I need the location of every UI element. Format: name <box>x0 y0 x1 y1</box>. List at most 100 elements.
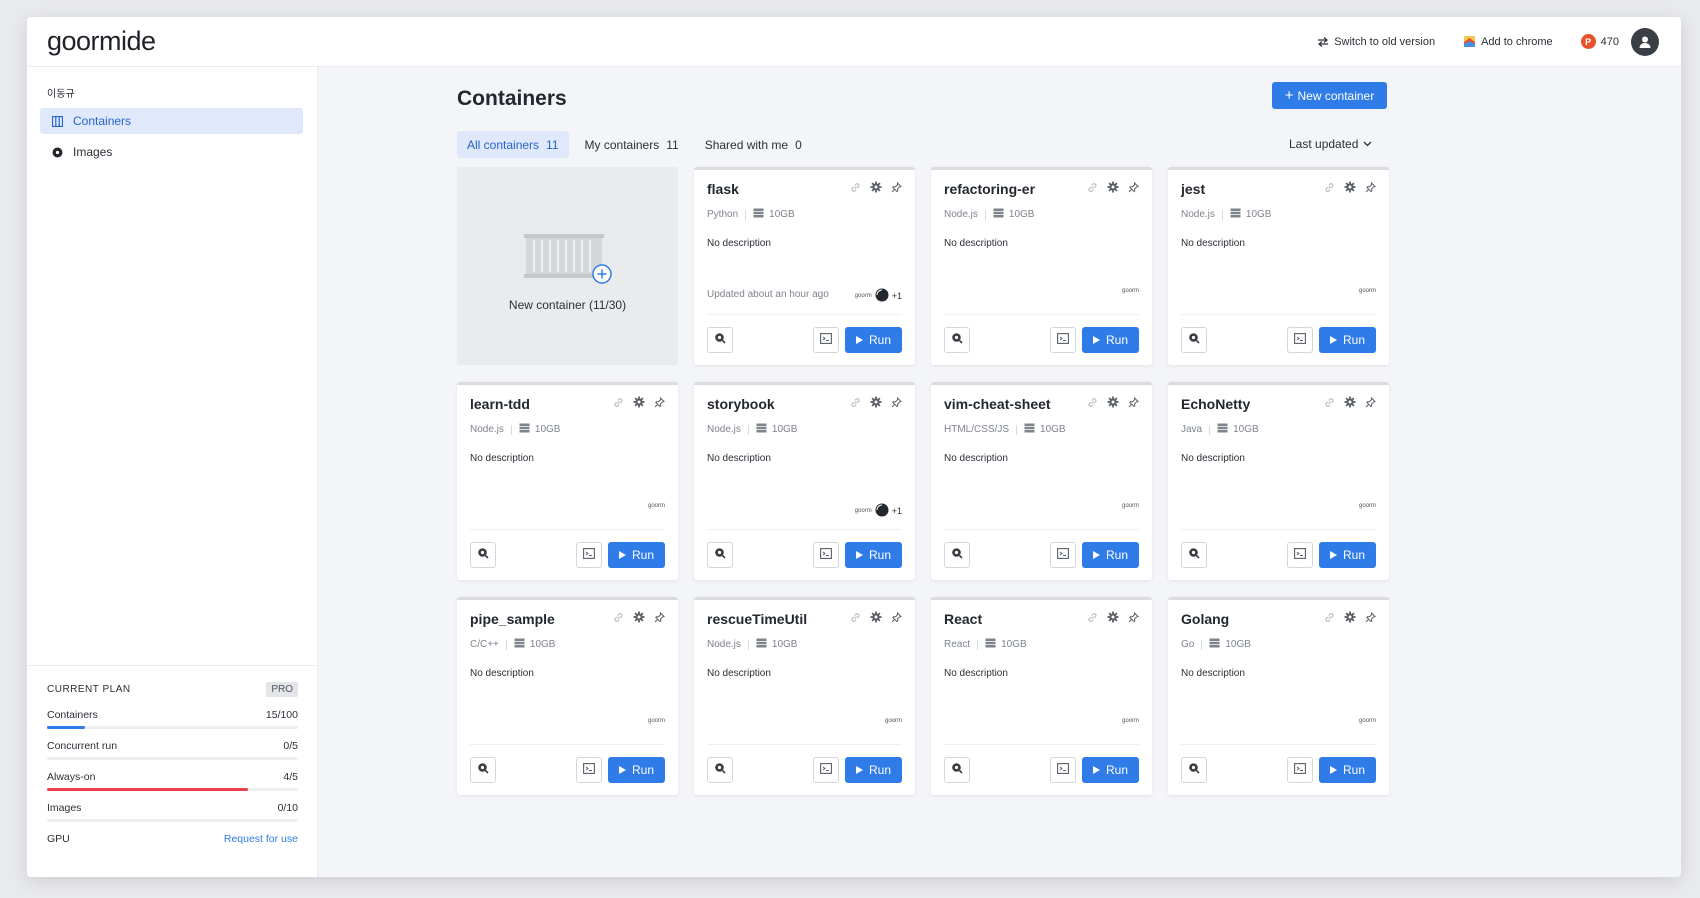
link-icon[interactable] <box>1324 395 1335 413</box>
sidebar-item-containers[interactable]: Containers <box>40 108 303 134</box>
run-button[interactable]: Run <box>608 542 665 568</box>
terminal-button[interactable] <box>813 327 839 353</box>
container-name[interactable]: vim-cheat-sheet <box>944 396 1051 412</box>
inspect-button[interactable] <box>707 327 733 353</box>
link-icon[interactable] <box>1087 610 1098 628</box>
run-button[interactable]: Run <box>845 327 902 353</box>
inspect-button[interactable] <box>944 327 970 353</box>
inspect-button[interactable] <box>707 542 733 568</box>
inspect-button[interactable] <box>470 757 496 783</box>
pin-icon[interactable] <box>1128 180 1139 198</box>
run-button[interactable]: Run <box>608 757 665 783</box>
container-card[interactable]: jest Node.js 10GB No description goorm Run <box>1168 167 1389 365</box>
gear-icon[interactable] <box>633 610 645 628</box>
container-name[interactable]: EchoNetty <box>1181 396 1250 412</box>
pin-icon[interactable] <box>1365 395 1376 413</box>
run-button[interactable]: Run <box>845 542 902 568</box>
container-name[interactable]: storybook <box>707 396 775 412</box>
terminal-button[interactable] <box>1287 757 1313 783</box>
inspect-button[interactable] <box>1181 757 1207 783</box>
run-button[interactable]: Run <box>1319 327 1376 353</box>
tab-all-containers[interactable]: All containers 11 <box>457 131 569 158</box>
inspect-button[interactable] <box>470 542 496 568</box>
run-button[interactable]: Run <box>1082 542 1139 568</box>
pin-icon[interactable] <box>891 180 902 198</box>
inspect-button[interactable] <box>944 542 970 568</box>
container-name[interactable]: pipe_sample <box>470 611 555 627</box>
inspect-button[interactable] <box>944 757 970 783</box>
sidebar-item-images[interactable]: Images <box>40 139 303 165</box>
container-name[interactable]: Golang <box>1181 611 1229 627</box>
container-card[interactable]: rescueTimeUtil Node.js 10GB No description g… <box>694 597 915 795</box>
new-container-button[interactable]: + New container <box>1272 82 1387 109</box>
link-icon[interactable] <box>1324 180 1335 198</box>
pin-icon[interactable] <box>1365 180 1376 198</box>
gear-icon[interactable] <box>1344 180 1356 198</box>
link-icon[interactable] <box>1324 610 1335 628</box>
sort-dropdown[interactable]: Last updated <box>1289 137 1372 151</box>
container-name[interactable]: rescueTimeUtil <box>707 611 807 627</box>
run-button[interactable]: Run <box>845 757 902 783</box>
terminal-button[interactable] <box>1050 327 1076 353</box>
gear-icon[interactable] <box>870 395 882 413</box>
container-card[interactable]: vim-cheat-sheet HTML/CSS/JS 10GB No descrip… <box>931 382 1152 580</box>
link-icon[interactable] <box>613 610 624 628</box>
run-button[interactable]: Run <box>1082 327 1139 353</box>
inspect-button[interactable] <box>1181 542 1207 568</box>
link-icon[interactable] <box>1087 180 1098 198</box>
pin-icon[interactable] <box>654 610 665 628</box>
gear-icon[interactable] <box>633 395 645 413</box>
link-icon[interactable] <box>850 395 861 413</box>
pin-icon[interactable] <box>1365 610 1376 628</box>
terminal-button[interactable] <box>1050 757 1076 783</box>
switch-old-version-link[interactable]: Switch to old version <box>1317 36 1435 48</box>
container-card[interactable]: flask Python 10GB No description Updated abo… <box>694 167 915 365</box>
terminal-button[interactable] <box>813 757 839 783</box>
pin-icon[interactable] <box>891 395 902 413</box>
user-avatar[interactable] <box>1631 27 1659 56</box>
inspect-button[interactable] <box>707 757 733 783</box>
run-button[interactable]: Run <box>1082 757 1139 783</box>
run-button[interactable]: Run <box>1319 542 1376 568</box>
gear-icon[interactable] <box>1344 395 1356 413</box>
gear-icon[interactable] <box>870 180 882 198</box>
run-button[interactable]: Run <box>1319 757 1376 783</box>
pin-icon[interactable] <box>1128 395 1139 413</box>
container-card[interactable]: refactoring-er Node.js 10GB No description g… <box>931 167 1152 365</box>
tab-shared-with-me[interactable]: Shared with me 0 <box>695 131 812 158</box>
container-card[interactable]: pipe_sample C/C++ 10GB No description goorm R… <box>457 597 678 795</box>
pin-icon[interactable] <box>654 395 665 413</box>
gear-icon[interactable] <box>1107 180 1119 198</box>
terminal-button[interactable] <box>813 542 839 568</box>
gear-icon[interactable] <box>870 610 882 628</box>
pin-icon[interactable] <box>891 610 902 628</box>
link-icon[interactable] <box>850 180 861 198</box>
link-icon[interactable] <box>850 610 861 628</box>
inspect-button[interactable] <box>1181 327 1207 353</box>
terminal-button[interactable] <box>1050 542 1076 568</box>
container-name[interactable]: learn-tdd <box>470 396 530 412</box>
gear-icon[interactable] <box>1107 395 1119 413</box>
terminal-button[interactable] <box>1287 327 1313 353</box>
link-icon[interactable] <box>1087 395 1098 413</box>
container-card[interactable]: EchoNetty Java 10GB No description goorm Run <box>1168 382 1389 580</box>
gear-icon[interactable] <box>1107 610 1119 628</box>
tab-my-containers[interactable]: My containers 11 <box>575 131 689 158</box>
terminal-button[interactable] <box>576 757 602 783</box>
container-card[interactable]: storybook Node.js 10GB No description goorm +… <box>694 382 915 580</box>
link-icon[interactable] <box>613 395 624 413</box>
container-name[interactable]: React <box>944 611 982 627</box>
terminal-button[interactable] <box>1287 542 1313 568</box>
points-display[interactable]: P 470 <box>1580 34 1619 49</box>
logo[interactable]: goormide <box>47 26 156 57</box>
container-name[interactable]: refactoring-er <box>944 181 1035 197</box>
container-card[interactable]: learn-tdd Node.js 10GB No description goorm R… <box>457 382 678 580</box>
container-name[interactable]: jest <box>1181 181 1205 197</box>
container-card[interactable]: React React 10GB No description goorm Run <box>931 597 1152 795</box>
container-card[interactable]: Golang Go 10GB No description goorm Run <box>1168 597 1389 795</box>
pin-icon[interactable] <box>1128 610 1139 628</box>
gpu-request-link[interactable]: Request for use <box>224 833 298 845</box>
terminal-button[interactable] <box>576 542 602 568</box>
gear-icon[interactable] <box>1344 610 1356 628</box>
new-container-card[interactable]: New container (11/30) <box>457 167 678 365</box>
